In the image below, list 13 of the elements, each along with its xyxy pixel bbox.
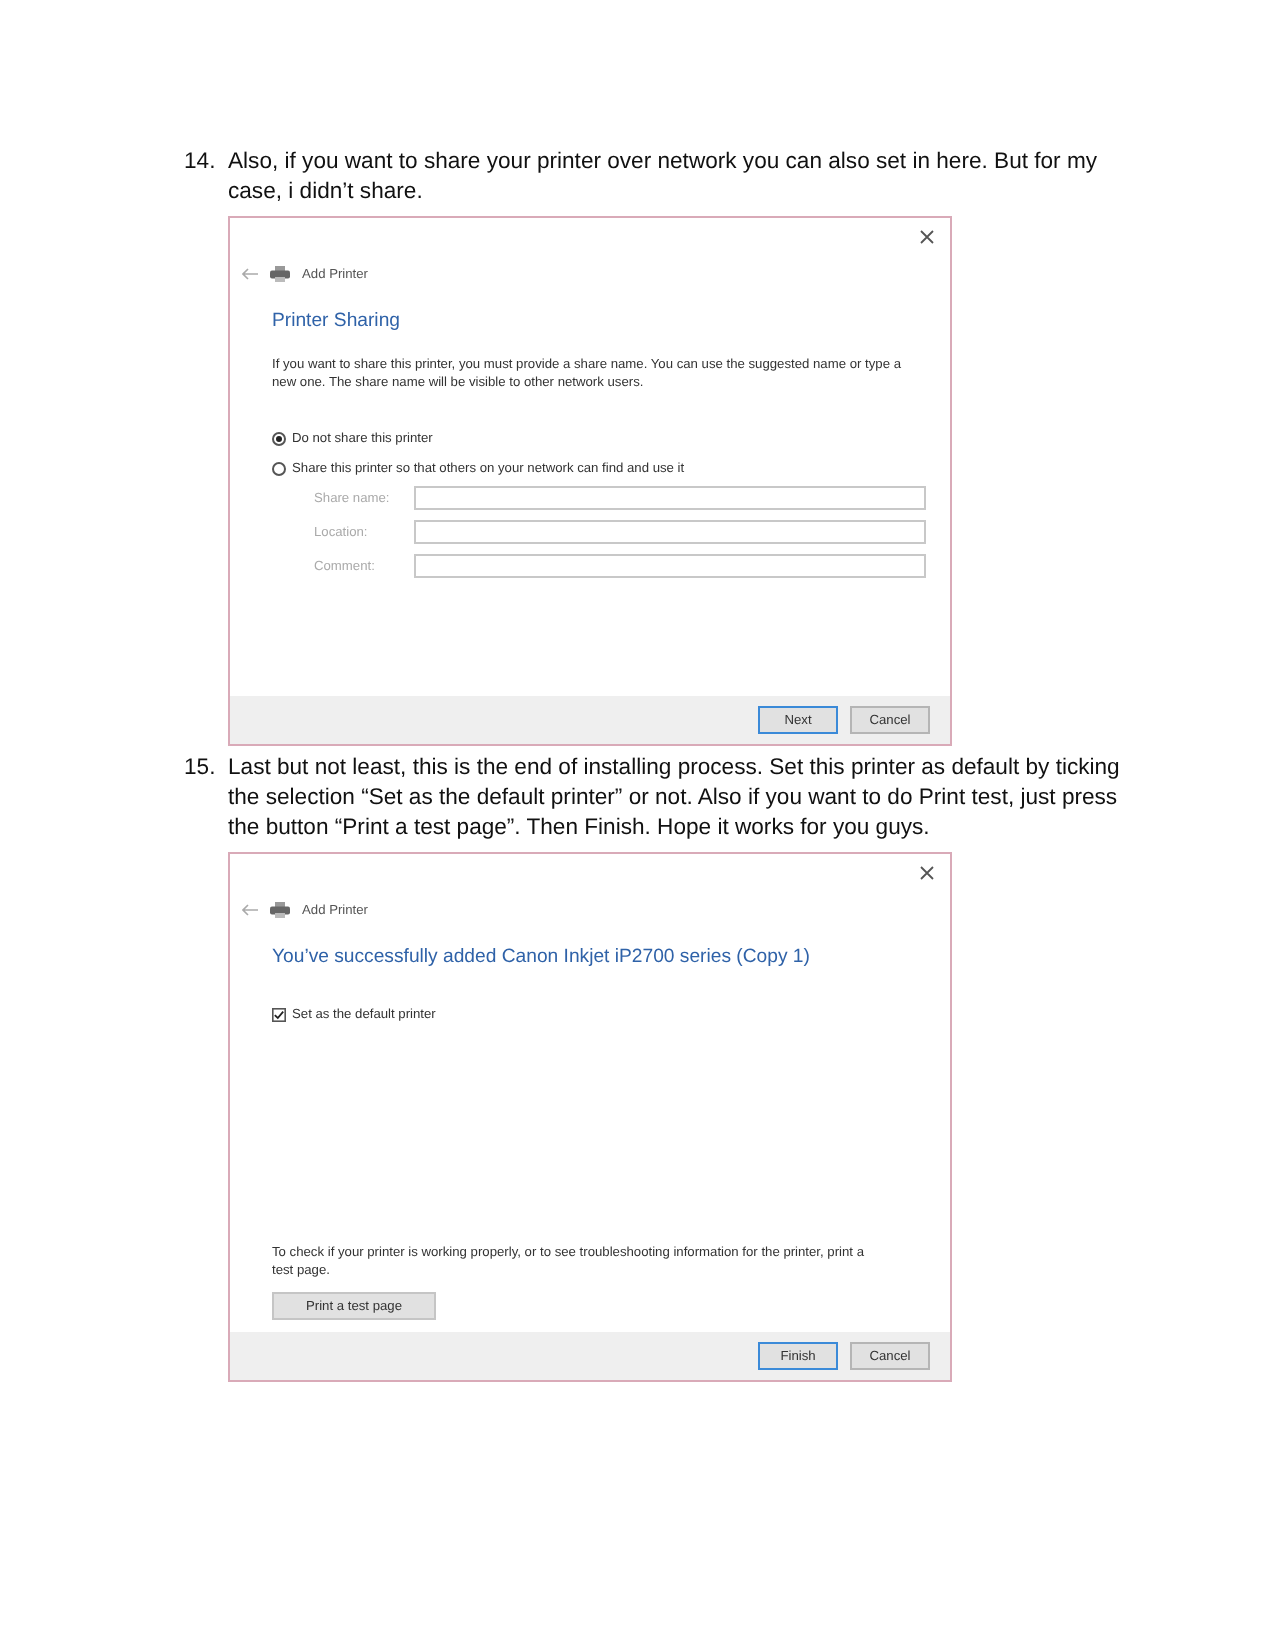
step-text: Last but not least, this is the end of installing process. Set this printer as default by ticking the selection “Set as the default printer” or not. Also if you want to do Print test, just press the button “Print a test page”. Then Finish. Hope it works for you guys.	[228, 754, 1122, 844]
step-number: 15.	[184, 754, 218, 784]
step-text: Also, if you want to share your printer over network you can also set in here. But for my case, i didn’t share.	[228, 148, 1100, 208]
step-number: 14.	[184, 148, 218, 178]
checkbox[interactable]	[272, 1008, 286, 1022]
radio-button[interactable]	[272, 432, 286, 446]
radio-button[interactable]	[272, 462, 286, 476]
page-heading: Printer Sharing	[272, 310, 402, 332]
close-icon[interactable]	[920, 229, 934, 243]
printer-icon	[270, 266, 290, 282]
page-heading: You’ve successfully added Canon Inkjet iP2700 series (Copy 1)	[272, 946, 812, 968]
printer-icon	[270, 902, 290, 918]
close-icon[interactable]	[920, 865, 934, 879]
